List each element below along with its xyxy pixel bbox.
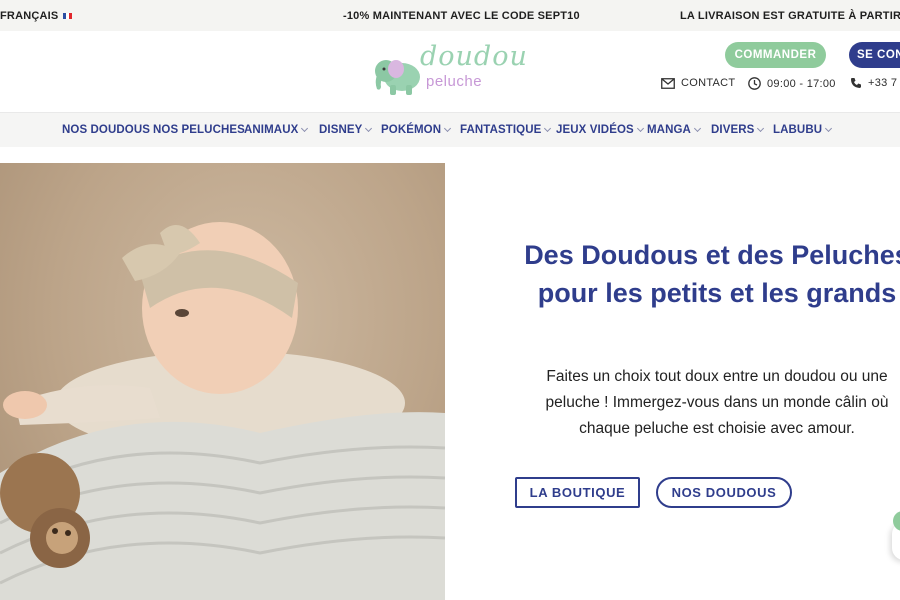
chevron-down-icon xyxy=(757,124,765,133)
nav-item-animaux[interactable]: ANIMAUX xyxy=(244,124,309,136)
logo-wordmark-bottom: peluche xyxy=(426,73,483,90)
hours-text: 09:00 - 17:00 xyxy=(767,77,836,90)
nav-item-nos-peluches[interactable]: NOS PELUCHES xyxy=(153,124,245,136)
chevron-down-icon xyxy=(636,124,644,133)
chevron-down-icon xyxy=(444,124,452,133)
shipping-message: LA LIVRAISON EST GRATUITE À PARTIR DE xyxy=(680,10,900,22)
nav-item-disney[interactable]: DISNEY xyxy=(319,124,373,136)
language-selector[interactable]: FRANÇAIS xyxy=(0,10,73,22)
promo-message: -10% MAINTENANT AVEC LE CODE SEPT10 xyxy=(343,10,580,22)
shop-button[interactable]: LA BOUTIQUE xyxy=(515,477,640,508)
logo-wordmark-top: doudou xyxy=(420,41,528,72)
order-button[interactable]: COMMANDER xyxy=(725,42,826,68)
nav-item-label[interactable]: POKÉMON xyxy=(381,124,441,136)
site-logo[interactable]: doudou peluche xyxy=(372,39,527,99)
nav-item-label[interactable]: FANTASTIQUE xyxy=(460,124,541,136)
hero-image-baby xyxy=(0,163,445,600)
phone-number[interactable]: +33 7 5 xyxy=(868,77,900,89)
contact-label[interactable]: CONTACT xyxy=(681,77,735,89)
chevron-down-icon xyxy=(365,124,373,133)
chevron-down-icon xyxy=(544,124,552,133)
nav-item-jeux-videos[interactable]: JEUX VIDÉOS xyxy=(556,124,644,136)
nav-item-manga[interactable]: MANGA xyxy=(647,124,701,136)
nav-item-pokemon[interactable]: POKÉMON xyxy=(381,124,452,136)
phone-link[interactable]: +33 7 5 xyxy=(850,77,900,89)
hero-illustration xyxy=(0,222,445,600)
nav-item-label[interactable]: LABUBU xyxy=(773,124,822,136)
nav-item-label[interactable]: DIVERS xyxy=(711,124,754,136)
clock-icon xyxy=(748,77,761,90)
nav-item-label[interactable]: NOS DOUDOUS xyxy=(62,124,150,136)
opening-hours: 09:00 - 17:00 xyxy=(748,77,836,90)
nav-item-label[interactable]: NOS PELUCHES xyxy=(153,124,245,136)
chevron-down-icon xyxy=(301,124,309,133)
nav-item-labubu[interactable]: LABUBU xyxy=(773,124,833,136)
envelope-icon xyxy=(661,77,675,89)
phone-icon xyxy=(851,78,861,88)
main-navigation: NOS DOUDOUS NOS PELUCHES ANIMAUX DISNEY … xyxy=(0,112,900,147)
nav-item-divers[interactable]: DIVERS xyxy=(711,124,765,136)
doudous-button[interactable]: NOS DOUDOUS xyxy=(656,477,792,508)
language-label[interactable]: FRANÇAIS xyxy=(0,10,58,22)
contact-link[interactable]: CONTACT xyxy=(661,77,735,89)
nav-item-label[interactable]: ANIMAUX xyxy=(244,124,298,136)
hero-title: Des Doudous et des Peluches pour les pet… xyxy=(524,240,900,308)
nav-item-fantastique[interactable]: FANTASTIQUE xyxy=(460,124,552,136)
nav-item-nos-doudous[interactable]: NOS DOUDOUS xyxy=(62,124,150,136)
site-header: doudou peluche COMMANDER SE CONN CONTACT… xyxy=(0,31,900,111)
chevron-down-icon xyxy=(825,124,833,133)
nav-item-label[interactable]: MANGA xyxy=(647,124,691,136)
nav-item-label[interactable]: DISNEY xyxy=(319,124,362,136)
france-flag-icon xyxy=(63,13,73,19)
hero-description: Faites un choix tout doux entre un doudo… xyxy=(545,368,889,437)
chevron-down-icon xyxy=(693,124,701,133)
announcement-bar: FRANÇAIS -10% MAINTENANT AVEC LE CODE SE… xyxy=(0,0,900,31)
nav-item-label[interactable]: JEUX VIDÉOS xyxy=(556,124,634,136)
login-button[interactable]: SE CONN xyxy=(849,42,900,68)
